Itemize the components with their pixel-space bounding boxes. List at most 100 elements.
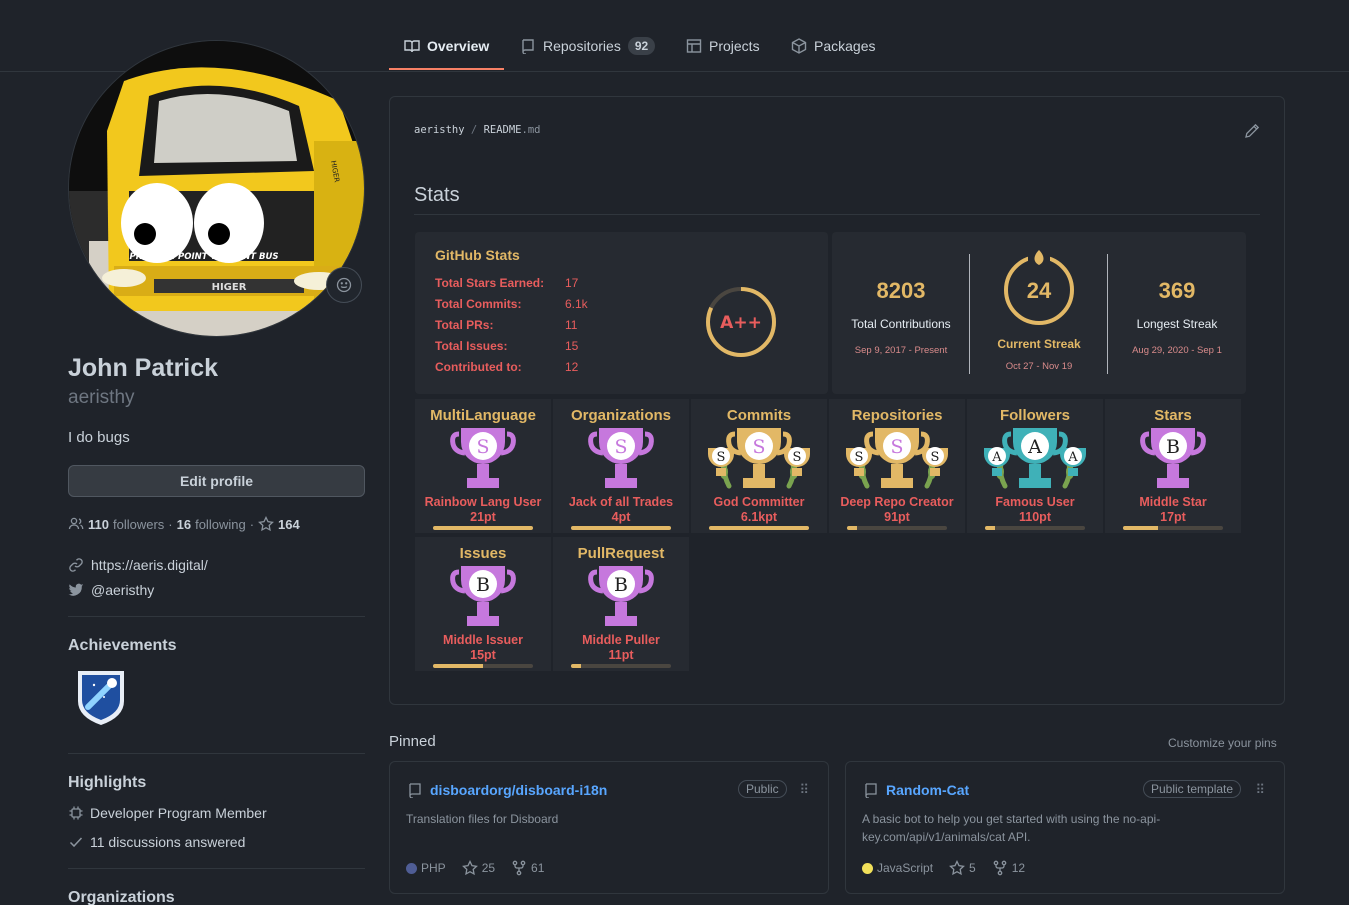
tab-repositories[interactable]: Repositories 92 (520, 30, 656, 62)
trophy-progress (433, 664, 533, 668)
tab-packages[interactable]: Packages (791, 30, 875, 62)
trophy-card: Followers Famous User 110pt A A A (967, 399, 1103, 533)
pinned-repo-name[interactable]: Random-Cat (886, 782, 969, 798)
streak-separator (1107, 254, 1108, 374)
current-streak-value: 24 (1026, 278, 1052, 303)
language-color-dot (406, 862, 417, 874)
trophy-cup-icon: B (588, 566, 654, 626)
pinned-repo-card: Random-Cat Public template ⠿ A basic bot… (845, 761, 1285, 894)
grade-ring: A++ (706, 287, 776, 357)
trophy-sub-rank: S (717, 450, 726, 465)
twitter-link[interactable]: @aeristhy (68, 582, 154, 598)
following-count[interactable]: 16 (177, 517, 191, 532)
avatar[interactable]: HIGER HIGER PREMIUM POINT TO POINT BUS (68, 40, 365, 337)
longest-streak-range: Aug 29, 2020 - Sep 1 (1132, 345, 1222, 356)
website-link[interactable]: https://aeris.digital/ (68, 557, 208, 573)
drag-handle-icon[interactable]: ⠿ (1255, 782, 1265, 798)
highlight-item[interactable]: 11 discussions answered (68, 834, 245, 850)
trophy-name: Middle Puller (582, 633, 660, 647)
repo-forks[interactable]: 61 (511, 860, 544, 876)
tab-overview[interactable]: Overview (404, 30, 489, 62)
trophy-name: Middle Star (1139, 495, 1207, 509)
repo-forks[interactable]: 12 (992, 860, 1025, 876)
trophy-title: Stars (1154, 407, 1192, 424)
trophy-progress-fill (433, 664, 483, 668)
trophy-sub-rank: A (1067, 450, 1078, 465)
trophy-sub-rank: S (793, 450, 802, 465)
trophy-name: Rainbow Lang User (424, 495, 542, 509)
trophy-cup-icon: B (450, 566, 516, 626)
trophy-card: MultiLanguage Rainbow Lang User 21pt S (415, 399, 551, 533)
trophy-card: PullRequest Middle Puller 11pt B (553, 537, 689, 671)
customize-pins-link[interactable]: Customize your pins (1168, 736, 1277, 750)
pinned-repo-name[interactable]: disboardorg/disboard-i18n (430, 782, 607, 798)
set-status-button[interactable] (326, 267, 362, 303)
github-stats-title: GitHub Stats (435, 247, 520, 263)
github-stats-card: GitHub Stats Total Stars Earned: 17 Tota… (415, 232, 828, 394)
forks-count[interactable]: 12 (1012, 861, 1025, 875)
trophy-title: Issues (459, 545, 507, 562)
edit-readme-button[interactable] (1244, 123, 1260, 144)
followers-label[interactable]: followers (113, 517, 164, 532)
stars-count[interactable]: 164 (278, 517, 300, 532)
trophy-card: Repositories Deep Repo Creator 91pt S S S (829, 399, 965, 533)
trophy-title: PullRequest (577, 545, 665, 562)
drag-handle-icon[interactable]: ⠿ (799, 782, 809, 798)
profile-name: John Patrick (68, 354, 219, 382)
trophy-progress-fill (571, 526, 671, 530)
trophy-rank: S (614, 436, 627, 458)
twitter-handle[interactable]: @aeristhy (91, 582, 154, 598)
stars-count[interactable]: 25 (482, 861, 495, 875)
streak-card: 8203 Total Contributions Sep 9, 2017 - P… (832, 232, 1246, 394)
trophy-rank: B (476, 574, 490, 596)
forks-count[interactable]: 61 (531, 861, 544, 875)
star-icon (461, 860, 478, 876)
readme-owner-link[interactable]: aeristhy (414, 124, 465, 136)
repo-language: PHP (406, 861, 446, 875)
website-url[interactable]: https://aeris.digital/ (91, 557, 208, 573)
stars-count[interactable]: 5 (969, 861, 976, 875)
follow-stats: 110 followers · 16 following · 164 (68, 516, 300, 532)
trophy-points: 6.1kpt (740, 510, 778, 524)
trophy-progress-fill (433, 526, 533, 530)
trophy-name: Famous User (995, 495, 1075, 509)
achievement-badge[interactable] (74, 667, 128, 732)
trophy-points: 110pt (1019, 510, 1051, 524)
pinned-repo-desc: A basic bot to help you get started with… (862, 812, 1161, 844)
trophy-rank: S (890, 436, 903, 458)
tab-projects[interactable]: Projects (686, 30, 760, 62)
trophy-progress-fill (985, 526, 995, 530)
stat-label: Total Commits: (435, 297, 522, 311)
profile-readme: aeristhy / README.md Stats GitHub Stats … (389, 96, 1285, 705)
twitter-icon (68, 583, 84, 596)
repo-stars[interactable]: 25 (461, 860, 495, 876)
stat-label: Total Stars Earned: (435, 276, 545, 290)
trophy-progress (571, 526, 671, 530)
trophy-name: Jack of all Trades (568, 495, 674, 509)
organizations-title: Organizations (68, 889, 175, 905)
trophy-points: 11pt (608, 648, 634, 662)
repo-count-badge: 92 (627, 37, 656, 55)
total-contributions-value: 8203 (876, 278, 926, 303)
total-contributions-label: Total Contributions (851, 317, 951, 331)
following-label[interactable]: following (195, 517, 246, 532)
repo-stars[interactable]: 5 (949, 860, 976, 876)
tab-packages-label: Packages (814, 38, 876, 54)
trophy-progress-fill (709, 526, 809, 530)
followers-count[interactable]: 110 (88, 517, 109, 532)
active-tab-indicator (389, 68, 504, 70)
stat-label: Total Issues: (435, 339, 508, 353)
book-icon (404, 40, 420, 53)
stat-label: Total PRs: (435, 318, 494, 332)
fork-icon (512, 860, 526, 876)
check-icon (69, 837, 83, 848)
highlight-discussions[interactable]: 11 discussions answered (90, 834, 245, 850)
achievements-title[interactable]: Achievements (68, 637, 177, 655)
smiley-icon (336, 277, 352, 293)
repo-template-icon (865, 783, 877, 798)
tab-repositories-label: Repositories (543, 38, 621, 54)
trophy-card: Stars Middle Star 17pt B (1105, 399, 1241, 533)
edit-profile-button[interactable]: Edit profile (68, 465, 365, 497)
repo-icon (409, 783, 421, 798)
stat-value: 6.1k (565, 297, 588, 311)
